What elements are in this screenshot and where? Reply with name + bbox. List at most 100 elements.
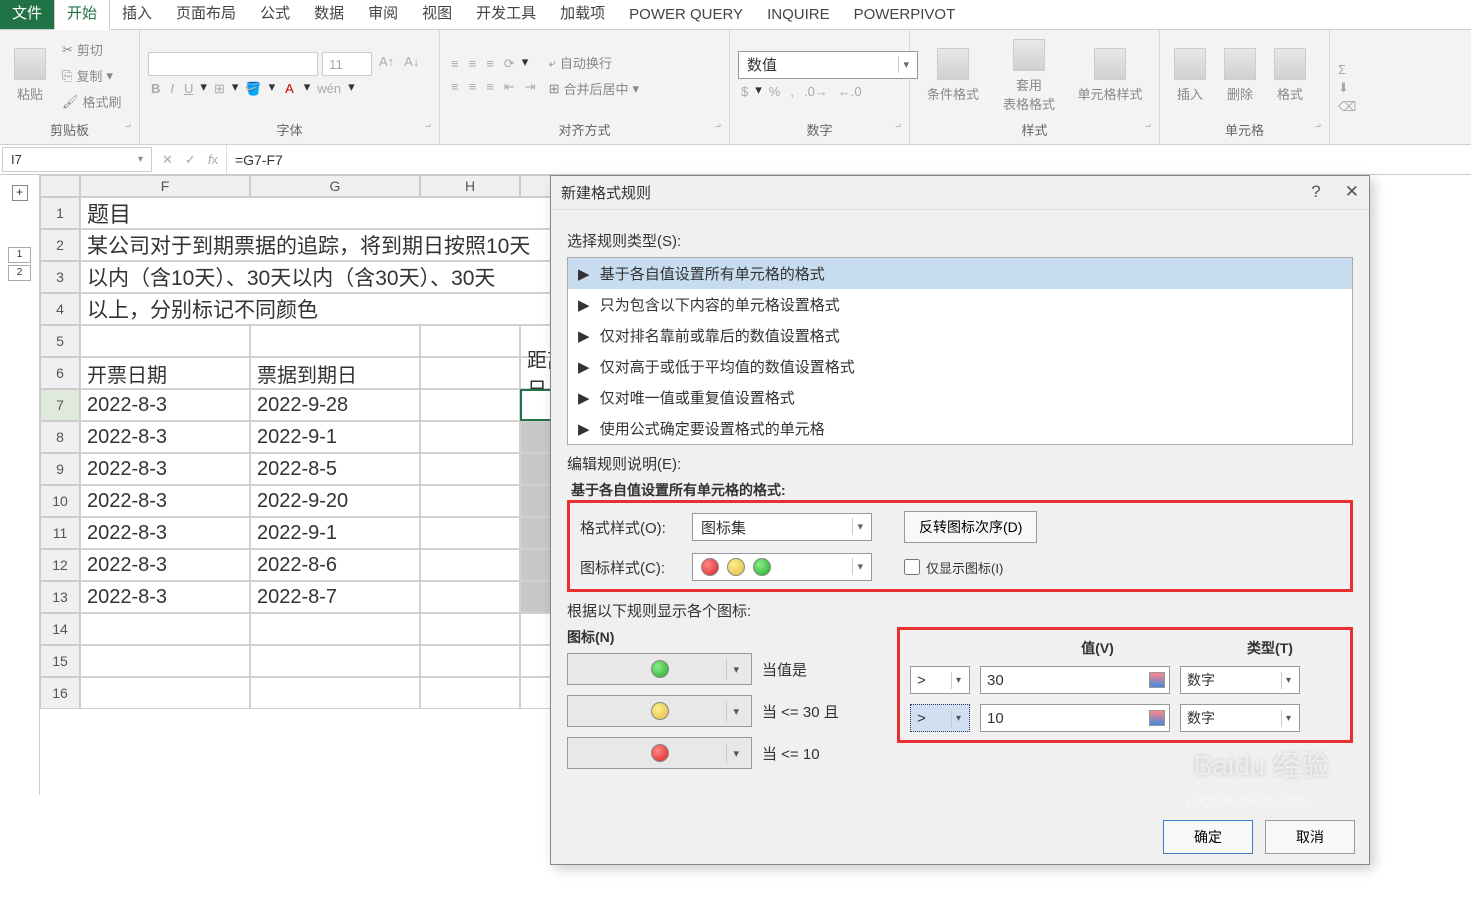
align-bot-icon[interactable]: ≡ (483, 54, 497, 74)
rule-type-item[interactable]: ▶ 仅对高于或低于平均值的数值设置格式 (568, 351, 1352, 382)
col-header-f[interactable]: F (80, 175, 250, 197)
tab-file[interactable]: 文件 (0, 0, 54, 29)
icon-select-3[interactable] (567, 737, 752, 769)
underline-button[interactable]: U (181, 79, 196, 99)
number-format-select[interactable]: 数值 (738, 51, 918, 79)
font-size-select[interactable] (322, 52, 372, 76)
rule-type-item[interactable]: ▶ 使用公式确定要设置格式的单元格 (568, 413, 1352, 444)
row-header[interactable]: 10 (40, 485, 80, 517)
cell[interactable]: 2022-9-1 (250, 517, 420, 549)
rule-type-item[interactable]: ▶ 基于各自值设置所有单元格的格式 (568, 258, 1352, 289)
tab-view[interactable]: 视图 (410, 0, 464, 29)
tab-devtools[interactable]: 开发工具 (464, 0, 548, 29)
align-top-icon[interactable]: ≡ (448, 54, 462, 74)
painter-button[interactable]: 🖌格式刷 (58, 90, 126, 113)
row-header[interactable]: 2 (40, 229, 80, 261)
cell[interactable]: 2022-8-3 (80, 549, 250, 581)
font-family-select[interactable] (148, 52, 318, 76)
cell[interactable] (250, 677, 420, 709)
tab-inquire[interactable]: INQUIRE (755, 0, 842, 29)
ok-button[interactable]: 确定 (1163, 820, 1253, 854)
outline-plus-button[interactable]: + (12, 185, 28, 201)
operator-select-2[interactable]: > (910, 704, 970, 732)
cell[interactable] (420, 485, 520, 517)
align-mid-icon[interactable]: ≡ (466, 54, 480, 74)
cell-desc[interactable]: 以内（含10天）、30天以内（含30天）、30天 (80, 261, 630, 293)
row-header[interactable]: 11 (40, 517, 80, 549)
cell-desc[interactable]: 某公司对于到期票据的追踪，将到期日按照10天 (80, 229, 630, 261)
tab-powerpivot[interactable]: POWERPIVOT (842, 0, 968, 29)
outline-level-1[interactable]: 1 (8, 247, 31, 263)
cell[interactable] (420, 645, 520, 677)
icon-style-select[interactable] (692, 553, 872, 581)
copy-button[interactable]: ⎘复制 ▾ (58, 64, 126, 87)
value-input-1[interactable]: 30 (980, 666, 1170, 694)
enter-formula-icon[interactable]: ✓ (185, 152, 196, 168)
cell[interactable]: 2022-8-3 (80, 421, 250, 453)
cancel-formula-icon[interactable]: ✕ (162, 152, 173, 168)
cell[interactable]: 2022-8-7 (250, 581, 420, 613)
row-header[interactable]: 9 (40, 453, 80, 485)
percent-icon[interactable]: % (766, 82, 784, 101)
operator-select-1[interactable]: > (910, 666, 970, 694)
bold-button[interactable]: B (148, 79, 163, 99)
row-header[interactable]: 6 (40, 357, 80, 389)
cell-title[interactable]: 题目 (80, 197, 630, 229)
insert-cell-button[interactable]: 插入 (1168, 46, 1212, 105)
cell-style-button[interactable]: 单元格样式 (1070, 46, 1150, 105)
tab-formula[interactable]: 公式 (248, 0, 302, 29)
cell[interactable] (420, 389, 520, 421)
clear-icon[interactable]: ⌫ (1338, 99, 1356, 115)
cell[interactable] (420, 677, 520, 709)
cell[interactable] (420, 421, 520, 453)
cell[interactable]: 2022-8-3 (80, 453, 250, 485)
show-icon-only-checkbox[interactable] (904, 559, 920, 575)
name-box[interactable]: I7 (2, 147, 152, 172)
cell[interactable]: 2022-8-3 (80, 581, 250, 613)
row-header[interactable]: 7 (40, 389, 80, 421)
cell[interactable]: 2022-8-3 (80, 389, 250, 421)
tab-addins[interactable]: 加载项 (548, 0, 617, 29)
range-ref-icon[interactable] (1149, 672, 1165, 688)
cell[interactable] (80, 613, 250, 645)
icon-select-2[interactable] (567, 695, 752, 727)
delete-cell-button[interactable]: 删除 (1218, 46, 1262, 105)
icon-select-1[interactable] (567, 653, 752, 685)
format-cell-button[interactable]: 格式 (1268, 46, 1312, 105)
tab-layout[interactable]: 页面布局 (164, 0, 248, 29)
orient-icon[interactable]: ⟳ (501, 54, 518, 74)
rule-type-item[interactable]: ▶ 只为包含以下内容的单元格设置格式 (568, 289, 1352, 320)
formula-input[interactable]: =G7-F7 (227, 145, 1471, 174)
cell[interactable] (80, 325, 250, 357)
select-all[interactable] (40, 175, 80, 197)
row-header[interactable]: 3 (40, 261, 80, 293)
cell[interactable] (420, 357, 520, 389)
grow-font-icon[interactable]: A↑ (376, 52, 397, 76)
fill-color-button[interactable]: 🪣 (242, 79, 264, 99)
value-input-2[interactable]: 10 (980, 704, 1170, 732)
rule-type-item[interactable]: ▶ 仅对唯一值或重复值设置格式 (568, 382, 1352, 413)
align-right-icon[interactable]: ≡ (483, 77, 497, 97)
row-header[interactable]: 4 (40, 293, 80, 325)
tab-home[interactable]: 开始 (54, 0, 110, 30)
tab-insert[interactable]: 插入 (110, 0, 164, 29)
cell[interactable] (420, 613, 520, 645)
tab-data[interactable]: 数据 (302, 0, 356, 29)
comma-icon[interactable]: , (787, 82, 797, 101)
fx-icon[interactable]: fx (208, 152, 218, 167)
row-header[interactable]: 14 (40, 613, 80, 645)
cell[interactable] (250, 613, 420, 645)
row-header[interactable]: 5 (40, 325, 80, 357)
cell-header-f[interactable]: 开票日期 (80, 357, 250, 389)
table-format-button[interactable]: 套用 表格格式 (994, 37, 1064, 115)
shrink-font-icon[interactable]: A↓ (401, 52, 422, 76)
conditional-format-button[interactable]: 条件格式 (918, 46, 988, 105)
currency-icon[interactable]: $ (738, 82, 751, 101)
cell[interactable] (420, 453, 520, 485)
col-header-h[interactable]: H (420, 175, 520, 197)
autosum-icon[interactable]: Σ (1338, 62, 1356, 77)
cell[interactable]: 2022-9-1 (250, 421, 420, 453)
cell[interactable]: 2022-8-3 (80, 517, 250, 549)
col-header-g[interactable]: G (250, 175, 420, 197)
cell[interactable] (80, 677, 250, 709)
